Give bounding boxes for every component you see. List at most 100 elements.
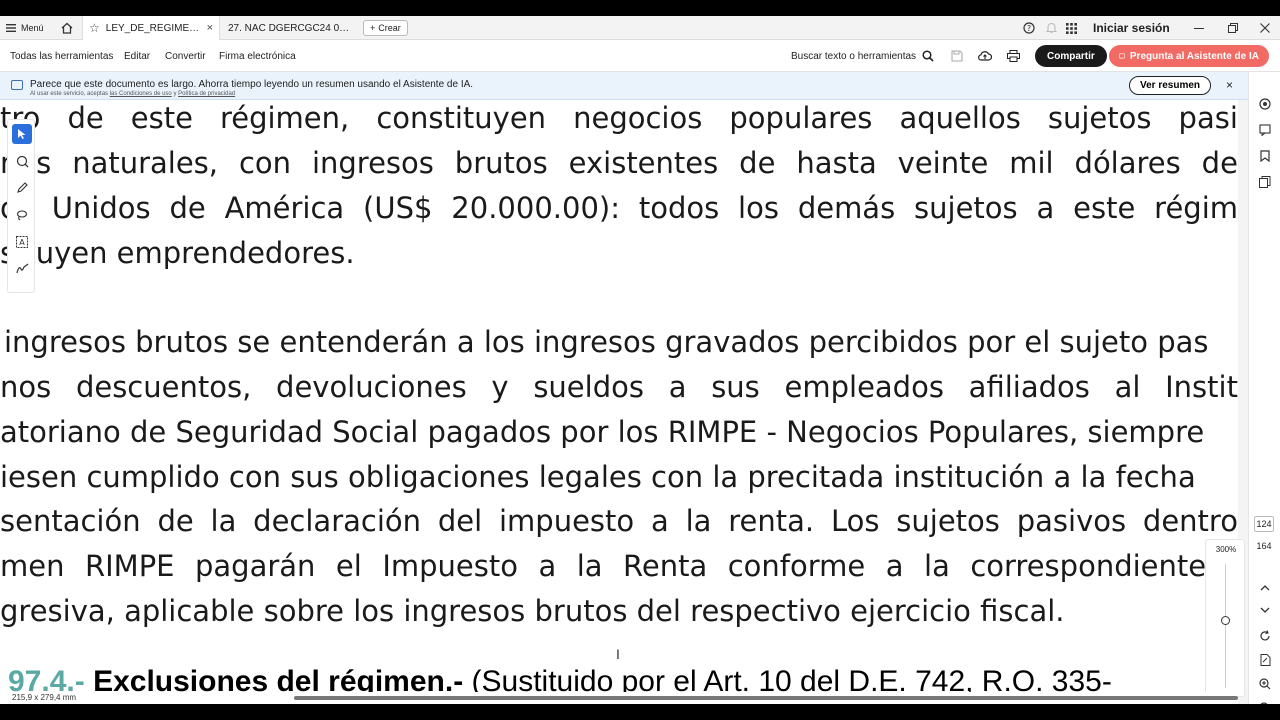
zoom-level[interactable]: 300% [1206, 545, 1246, 554]
document-word: a [650, 504, 669, 538]
minimize-icon [1194, 28, 1204, 29]
document-word: dentro [1142, 504, 1238, 538]
banner-terms: Al usar este servicio, aceptas las Condi… [30, 91, 235, 97]
create-button[interactable]: + Crear [363, 20, 408, 36]
document-word: 20.000.00): [451, 191, 620, 225]
privacy-policy-link[interactable]: Política de privacidad [178, 91, 235, 97]
apps-button[interactable] [1064, 16, 1078, 40]
svg-text:?: ? [1027, 24, 1031, 33]
star-icon[interactable]: ☆ [89, 21, 100, 35]
rotate-button[interactable] [1257, 628, 1273, 644]
highlight-tool[interactable] [12, 178, 32, 198]
bookmarks-rail-button[interactable] [1257, 148, 1273, 164]
close-window-button[interactable] [1256, 16, 1274, 40]
document-viewport[interactable]: tro de este régimen, constituyen negocios popu… [0, 100, 1238, 700]
document-word: régimen, [219, 101, 350, 135]
text-box-icon: A [16, 236, 28, 248]
zoom-slider-track[interactable] [1225, 564, 1226, 688]
help-button[interactable]: ? [1022, 16, 1036, 40]
horizontal-scrollbar[interactable] [294, 696, 1238, 700]
close-banner-icon[interactable]: × [1226, 78, 1233, 92]
signin-button[interactable]: Iniciar sesión [1093, 16, 1170, 40]
select-tool[interactable] [12, 124, 32, 144]
convert-menu[interactable]: Convertir [165, 40, 206, 72]
document-page: tro de este régimen, constituyen negocios popu… [0, 100, 1238, 700]
document-word: del [437, 504, 483, 538]
tab-label: LEY_DE_RÉGIMEN... [105, 22, 201, 34]
page-up-button[interactable] [1257, 580, 1273, 596]
home-button[interactable] [58, 16, 76, 40]
document-word: la [685, 504, 712, 538]
terms-of-use-link[interactable]: las Condiciones de uso [110, 91, 172, 97]
document-line: ingresos brutos se entenderán a los ingr… [4, 325, 1209, 359]
ai-chat-rail-button[interactable] [1257, 96, 1273, 112]
document-line: nos descuentos, devoluciones y sueldos a sus em… [0, 367, 1238, 407]
tab-nac-dgercgc24[interactable]: 27. NAC DGERCGC24 000... [222, 16, 358, 40]
close-tab-icon[interactable]: × [207, 22, 213, 34]
print-button[interactable] [1006, 40, 1020, 72]
document-word: sentación [0, 504, 141, 538]
notifications-button[interactable] [1044, 16, 1058, 40]
menu-label: Menú [21, 23, 44, 33]
upload-button[interactable] [978, 40, 992, 72]
document-word: nos [0, 370, 52, 404]
zoom-tool[interactable] [12, 151, 32, 171]
page-down-button[interactable] [1257, 602, 1273, 618]
cursor-arrow-icon [18, 129, 26, 139]
page-tools-button[interactable] [1257, 652, 1273, 668]
minimize-button[interactable] [1190, 16, 1208, 40]
document-line: atoriano de Seguridad Social pagados por… [0, 415, 1205, 449]
document-word: al [1114, 370, 1141, 404]
menu-button[interactable]: Menú [6, 16, 44, 40]
document-word: a [1036, 191, 1055, 225]
maximize-button[interactable] [1224, 16, 1242, 40]
e-signature-menu[interactable]: Firma electrónica [219, 40, 296, 72]
pages-rail-button[interactable] [1257, 174, 1273, 190]
draw-tool[interactable] [12, 205, 32, 225]
banner-message: Parece que este documento es largo. Ahor… [30, 79, 474, 90]
document-summary-icon [11, 80, 23, 90]
document-word: de [169, 191, 206, 225]
document-line: men RIMPE pagarán el Impuesto a la Renta conform… [0, 546, 1238, 586]
document-word: demás [797, 191, 896, 225]
comment-icon [1259, 124, 1271, 136]
share-button[interactable]: Compartir [1035, 45, 1107, 67]
save-icon [951, 50, 963, 62]
document-word: empleados [784, 370, 944, 404]
right-sidebar [1248, 72, 1280, 704]
document-word: sus [711, 370, 760, 404]
tab-bar: Menú ☆ LEY_DE_RÉGIMEN... × 27. NAC DGERC… [0, 16, 1280, 40]
document-word: de [739, 146, 776, 180]
document-word: sujetos [1047, 101, 1152, 135]
sign-tool[interactable] [12, 259, 32, 279]
document-word: este [130, 101, 193, 135]
current-page-input[interactable]: 124 [1254, 516, 1274, 532]
document-word: a [885, 549, 904, 583]
document-line: gresiva, aplicable sobre los ingresos br… [0, 594, 1065, 628]
edit-menu[interactable]: Editar [124, 40, 150, 72]
ai-assistant-icon [1119, 53, 1125, 59]
document-word: de [1201, 146, 1238, 180]
status-bar: 215,9 x 279,4 mm [0, 692, 1238, 704]
text-tool[interactable]: A [12, 232, 32, 252]
ai-assistant-button[interactable]: Pregunta al Asistente de IA [1109, 45, 1269, 67]
document-word: Unidos [51, 191, 151, 225]
all-tools-menu[interactable]: Todas las herramientas [10, 40, 113, 72]
zoom-in-button[interactable] [1257, 676, 1273, 692]
document-word: RIMPE [84, 549, 175, 583]
document-word: negocios [573, 101, 703, 135]
document-word: devoluciones [276, 370, 467, 404]
chevron-up-icon [1260, 585, 1270, 591]
comments-rail-button[interactable] [1257, 122, 1273, 138]
save-button[interactable] [950, 40, 964, 72]
document-word: existentes [568, 146, 719, 180]
restore-icon [1228, 23, 1238, 33]
zoom-slider-handle[interactable] [1221, 616, 1230, 625]
document-word: pasivos [1016, 504, 1127, 538]
view-summary-button[interactable]: Ver resumen [1129, 76, 1212, 95]
document-edit-icon [1260, 654, 1270, 666]
tab-ley-de-regimen[interactable]: ☆ LEY_DE_RÉGIMEN... × [82, 16, 220, 40]
zoom-out-button[interactable] [1257, 700, 1273, 704]
search-tools-button[interactable]: Buscar texto o herramientas [791, 40, 934, 72]
zoom-out-icon [1260, 702, 1268, 704]
